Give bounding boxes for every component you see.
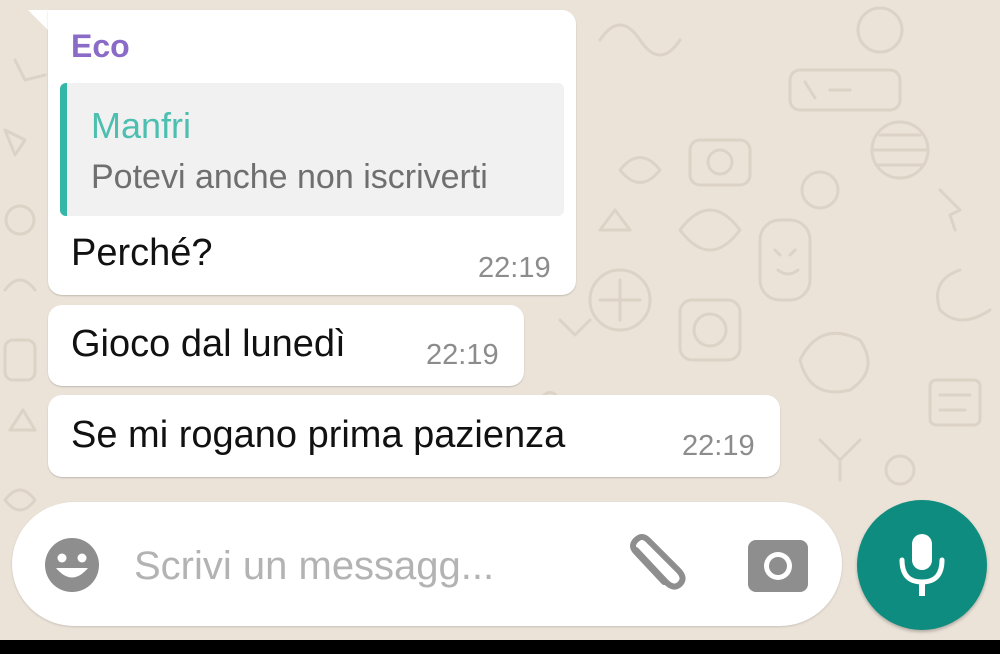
message-text: Gioco dal lunedì (71, 323, 346, 365)
quote-text: Potevi anche non iscriverti (91, 158, 488, 196)
camera-icon[interactable] (746, 536, 810, 594)
quoted-message[interactable]: Manfri Potevi anche non iscriverti (60, 83, 564, 216)
quote-accent-bar (60, 83, 67, 216)
quote-author: Manfri (91, 105, 192, 146)
message-composer: Scrivi un messagg... (12, 502, 842, 626)
microphone-icon (899, 534, 945, 596)
message-time: 22:19 (426, 339, 499, 371)
message-bubble[interactable]: Se mi rogano prima pazienza 22:19 (48, 395, 780, 477)
system-navigation-strip (0, 640, 1000, 654)
message-text: Perché? (71, 232, 213, 274)
message-time: 22:19 (682, 430, 755, 462)
message-text: Se mi rogano prima pazienza (71, 414, 566, 456)
message-input[interactable]: Scrivi un messagg... (134, 544, 494, 589)
smiley-icon[interactable] (42, 535, 102, 595)
paperclip-icon[interactable] (622, 534, 690, 596)
sender-name: Eco (71, 28, 130, 64)
bubble-tail (28, 10, 50, 32)
message-time: 22:19 (478, 252, 551, 284)
message-bubble-reply[interactable]: Eco Manfri Potevi anche non iscriverti P… (48, 10, 576, 295)
send-voice-button[interactable] (857, 500, 987, 630)
message-bubble[interactable]: Gioco dal lunedì 22:19 (48, 305, 524, 386)
